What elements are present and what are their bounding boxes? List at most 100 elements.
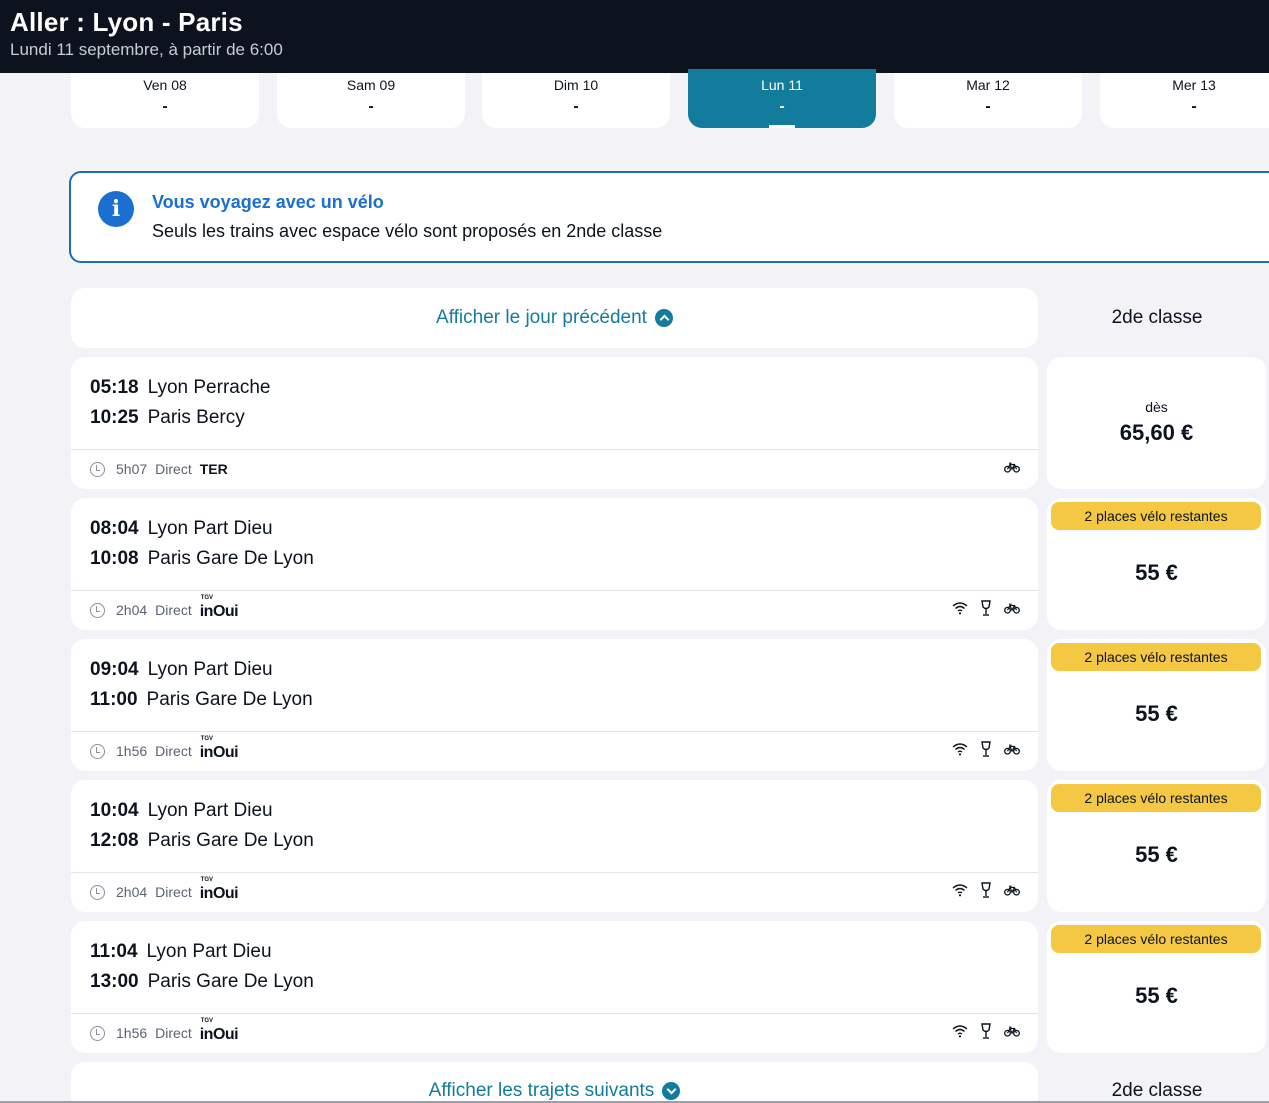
arrival-station: Paris Bercy: [147, 407, 245, 428]
wifi-icon: [952, 601, 968, 620]
show-next-trips-button[interactable]: Afficher les trajets suivants: [71, 1062, 1038, 1103]
date-tab-price: -: [1191, 98, 1197, 115]
trip-meta: 5h07 Direct TER: [90, 458, 228, 480]
price-value: 55 €: [1135, 560, 1178, 585]
price-value: 55 €: [1135, 842, 1178, 867]
departure-time: 11:04: [90, 941, 138, 962]
price-card[interactable]: dès 65,60 €: [1047, 357, 1266, 489]
carrier-logo: TGV inOui: [199, 736, 239, 762]
date-tab-dim-10[interactable]: Dim 10 -: [482, 73, 670, 128]
departure-time: 09:04: [90, 659, 139, 680]
trip-meta: 1h56 Direct TGV inOui: [90, 1018, 239, 1044]
show-next-trips-label: Afficher les trajets suivants: [428, 1080, 655, 1101]
trip-duration: 5h07: [116, 461, 148, 477]
amenities: [1004, 460, 1020, 478]
clock-icon: [90, 602, 105, 618]
amenities: [952, 740, 1020, 762]
page-header: Aller : Lyon - Paris Lundi 11 septembre,…: [0, 0, 1269, 73]
date-tab-lun-11[interactable]: Lun 11 -: [688, 69, 876, 128]
date-tab-label: Mer 13: [1172, 77, 1216, 93]
carrier-logo: TGV inOui: [199, 1018, 239, 1044]
clock-icon: [90, 461, 105, 477]
carrier-sup: TGV: [200, 595, 214, 601]
show-previous-day-button[interactable]: Afficher le jour précédent: [71, 288, 1038, 348]
carrier-logo: TGV inOui: [200, 877, 239, 903]
info-icon: i: [98, 191, 134, 227]
departure-row: 05:18 Lyon Perrache: [90, 377, 270, 399]
date-tab-mer-13[interactable]: Mer 13 -: [1100, 73, 1269, 128]
arrival-station: Paris Gare De Lyon: [147, 971, 314, 992]
amenities: [952, 881, 1020, 902]
trip-duration: 2h04: [116, 602, 148, 618]
carrier-name: inOui: [199, 603, 239, 620]
trip-meta: 2h04 Direct TGV inOui: [90, 595, 239, 621]
clock-icon: [90, 884, 105, 900]
date-tab-price: -: [779, 98, 785, 115]
bike-icon: [1004, 460, 1020, 478]
divider: [71, 1013, 1038, 1014]
carrier-sup: TGV: [200, 1018, 214, 1024]
carrier-sup: TGV: [200, 877, 214, 883]
departure-time: 05:18: [90, 377, 139, 398]
price-value: 55 €: [1135, 983, 1178, 1008]
price-value: 65,60 €: [1119, 420, 1194, 445]
bike-icon: [1004, 742, 1020, 760]
departure-row: 11:04 Lyon Part Dieu: [90, 941, 272, 963]
trip-meta: 2h04 Direct TGV inOui: [90, 877, 239, 903]
date-tab-sam-09[interactable]: Sam 09 -: [277, 73, 465, 128]
arrival-time: 11:00: [90, 689, 138, 710]
date-tab-label: Mar 12: [966, 77, 1010, 93]
wifi-icon: [952, 1024, 968, 1043]
price-card[interactable]: 2 places vélo restantes 55 €: [1047, 639, 1266, 771]
date-tab-mar-12[interactable]: Mar 12 -: [894, 73, 1082, 128]
date-tab-price: -: [573, 98, 579, 115]
departure-station: Lyon Perrache: [147, 377, 271, 398]
date-strip: Ven 08 - Sam 09 - Dim 10 - Lun 11 - Mar …: [71, 69, 1269, 129]
carrier-name: inOui: [199, 744, 239, 761]
seats-left-badge: 2 places vélo restantes: [1051, 925, 1261, 953]
departure-row: 10:04 Lyon Part Dieu: [90, 800, 273, 822]
train-result-card[interactable]: 09:04 Lyon Part Dieu 11:00 Paris Gare De Ly…: [71, 639, 1038, 771]
trip-type: Direct: [155, 602, 192, 618]
bike-icon: [1004, 601, 1020, 619]
trip-duration: 1h56: [116, 743, 148, 759]
price-card[interactable]: 2 places vélo restantes 55 €: [1047, 498, 1266, 630]
arrival-row: 13:00 Paris Gare De Lyon: [90, 971, 314, 993]
date-tab-label: Lun 11: [761, 77, 803, 93]
date-tab-price: -: [162, 98, 168, 115]
bar-icon: [980, 599, 992, 621]
divider: [71, 731, 1038, 732]
arrival-station: Paris Gare De Lyon: [146, 689, 313, 710]
seats-left-badge: 2 places vélo restantes: [1051, 784, 1261, 812]
trip-duration: 1h56: [116, 1025, 148, 1041]
train-result-card[interactable]: 05:18 Lyon Perrache 10:25 Paris Bercy 5h07 Di…: [71, 357, 1038, 489]
wifi-icon: [952, 883, 968, 902]
bike-icon: [1004, 1024, 1020, 1042]
date-tab-label: Sam 09: [346, 77, 396, 93]
price-value: 55 €: [1135, 701, 1178, 726]
train-result-card[interactable]: 10:04 Lyon Part Dieu 12:08 Paris Gare De Ly…: [71, 780, 1038, 912]
arrival-station: Paris Gare De Lyon: [147, 548, 314, 569]
trip-duration: 2h04: [116, 884, 148, 900]
clock-icon: [90, 1025, 105, 1041]
train-result-card[interactable]: 11:04 Lyon Part Dieu 13:00 Paris Gare De Ly…: [71, 921, 1038, 1053]
bar-icon: [980, 740, 992, 762]
clock-icon: [90, 743, 105, 759]
date-tab-ven-08[interactable]: Ven 08 -: [71, 73, 259, 128]
trip-type: Direct: [155, 743, 192, 759]
price-card[interactable]: 2 places vélo restantes 55 €: [1047, 780, 1266, 912]
divider: [71, 590, 1038, 591]
departure-station: Lyon Part Dieu: [147, 518, 273, 539]
arrival-time: 12:08: [90, 830, 139, 851]
carrier-name: inOui: [199, 1026, 239, 1043]
wifi-icon: [952, 742, 968, 761]
divider: [71, 449, 1038, 450]
train-result-card[interactable]: 08:04 Lyon Part Dieu 10:08 Paris Gare De Ly…: [71, 498, 1038, 630]
seats-left-badge: 2 places vélo restantes: [1051, 502, 1261, 530]
departure-station: Lyon Part Dieu: [146, 941, 272, 962]
price-card[interactable]: 2 places vélo restantes 55 €: [1047, 921, 1266, 1053]
page-subtitle: Lundi 11 septembre, à partir de 6:00: [10, 40, 283, 59]
departure-row: 09:04 Lyon Part Dieu: [90, 659, 273, 681]
date-tab-price: -: [368, 98, 374, 115]
class-header: 2de classe: [1111, 307, 1203, 328]
